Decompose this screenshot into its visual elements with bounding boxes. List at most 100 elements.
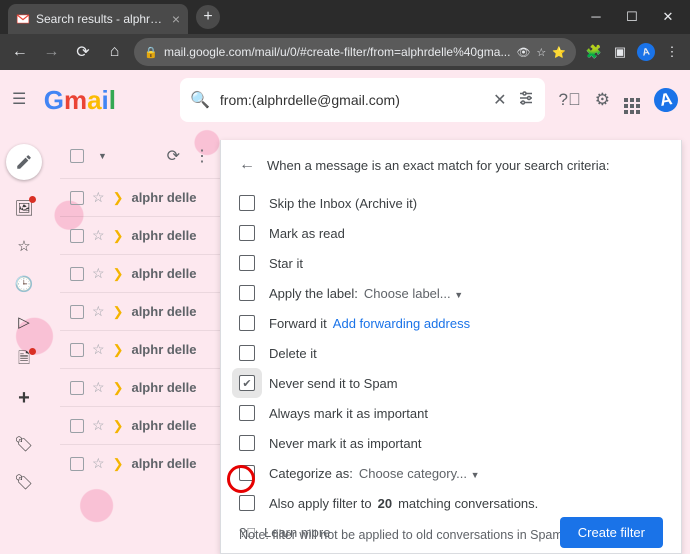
new-tab-button[interactable]: + bbox=[196, 5, 220, 29]
lock-icon: 🔒 bbox=[144, 46, 158, 59]
mail-list: ▼ ⟳ ⋮ ☆❯alphr delle ☆❯alphr delle ☆❯alph… bbox=[60, 140, 220, 482]
mail-row[interactable]: ☆❯alphr delle bbox=[60, 444, 220, 482]
back-arrow-icon[interactable]: ← bbox=[239, 156, 255, 174]
create-filter-panel: ← When a message is an exact match for y… bbox=[220, 140, 682, 554]
label-1-icon[interactable]: 🏷 bbox=[14, 434, 34, 454]
extensions-icon[interactable]: 🧩 bbox=[584, 42, 604, 62]
row-checkbox[interactable] bbox=[70, 457, 84, 471]
choose-category-dropdown[interactable]: Choose category... ▼ bbox=[359, 466, 480, 481]
mail-row[interactable]: ☆❯alphr delle bbox=[60, 406, 220, 444]
star-icon[interactable]: ☆ bbox=[92, 379, 105, 396]
drafts-rail-icon[interactable]: 🗎 bbox=[14, 350, 34, 370]
back-icon[interactable]: ← bbox=[8, 40, 32, 64]
reload-icon[interactable]: ⟳ bbox=[71, 40, 95, 64]
select-all-caret-icon[interactable]: ▼ bbox=[98, 151, 107, 161]
minimize-icon[interactable]: ─ bbox=[584, 9, 608, 25]
mail-row[interactable]: ☆❯alphr delle bbox=[60, 292, 220, 330]
row-checkbox[interactable] bbox=[70, 305, 84, 319]
star-icon[interactable]: ☆ bbox=[92, 341, 105, 358]
search-query: from:(alphrdelle@gmail.com) bbox=[220, 92, 483, 108]
star-icon[interactable]: ☆ bbox=[92, 265, 105, 282]
mail-row[interactable]: ☆ ❯ alphr delle bbox=[60, 216, 220, 254]
importance-icon[interactable]: ❯ bbox=[113, 304, 124, 320]
sender-name: alphr delle bbox=[131, 228, 196, 243]
never-spam-checkbox[interactable] bbox=[239, 375, 255, 391]
refresh-icon[interactable]: ⟳ bbox=[167, 146, 180, 166]
home-icon[interactable]: ⌂ bbox=[103, 40, 127, 64]
row-checkbox[interactable] bbox=[70, 419, 84, 433]
close-window-icon[interactable]: ✕ bbox=[656, 9, 680, 25]
sent-rail-icon[interactable]: ▷ bbox=[14, 312, 34, 332]
compose-button[interactable] bbox=[6, 144, 42, 180]
tab-title: Search results - alphr101@gmai bbox=[36, 12, 166, 26]
add-forwarding-link[interactable]: Add forwarding address bbox=[333, 316, 470, 331]
importance-icon[interactable]: ❯ bbox=[113, 190, 124, 206]
mail-row[interactable]: ☆❯alphr delle bbox=[60, 178, 220, 216]
extension-b-icon[interactable]: A bbox=[636, 42, 656, 62]
label-2-icon[interactable]: 🏷 bbox=[14, 472, 34, 492]
inbox-rail-icon[interactable]: 🖼 bbox=[14, 198, 34, 218]
categorize-checkbox[interactable] bbox=[239, 465, 255, 481]
star-icon[interactable]: ☆ bbox=[92, 455, 105, 472]
main-menu-icon[interactable]: ☰ bbox=[12, 89, 30, 111]
row-checkbox[interactable] bbox=[70, 229, 84, 243]
mail-row[interactable]: ☆❯alphr delle bbox=[60, 254, 220, 292]
search-icon[interactable]: 🔍 bbox=[190, 90, 210, 110]
row-checkbox[interactable] bbox=[70, 381, 84, 395]
learn-more-link[interactable]: ?⃝Learn more bbox=[239, 525, 330, 540]
importance-icon[interactable]: ❯ bbox=[113, 342, 124, 358]
create-filter-button[interactable]: Create filter bbox=[560, 517, 663, 548]
importance-icon[interactable]: ❯ bbox=[113, 266, 124, 282]
choose-label-dropdown[interactable]: Choose label... ▼ bbox=[364, 286, 463, 301]
mail-row[interactable]: ☆❯alphr delle bbox=[60, 330, 220, 368]
gmail-header: ☰ Gmail 🔍 from:(alphrdelle@gmail.com) ✕ … bbox=[0, 70, 690, 130]
extension-a-icon[interactable]: ▣ bbox=[610, 42, 630, 62]
star-icon[interactable]: ☆ bbox=[92, 417, 105, 434]
translate-icon[interactable]: ☆ bbox=[536, 46, 546, 59]
importance-icon[interactable]: ❯ bbox=[113, 456, 124, 472]
row-checkbox[interactable] bbox=[70, 191, 84, 205]
select-all-checkbox[interactable] bbox=[70, 149, 84, 163]
account-avatar[interactable]: A bbox=[654, 88, 678, 112]
mark-read-checkbox[interactable] bbox=[239, 225, 255, 241]
bookmark-icon[interactable]: ⭐ bbox=[552, 46, 566, 59]
more-actions-icon[interactable]: ⋮ bbox=[194, 146, 210, 166]
apply-label-checkbox[interactable] bbox=[239, 285, 255, 301]
support-icon[interactable]: ?⃝ bbox=[559, 90, 581, 110]
never-important-checkbox[interactable] bbox=[239, 435, 255, 451]
menu-icon[interactable]: ⋮ bbox=[662, 42, 682, 62]
search-box[interactable]: 🔍 from:(alphrdelle@gmail.com) ✕ bbox=[180, 78, 545, 122]
importance-icon[interactable]: ❯ bbox=[113, 380, 124, 396]
gmail-logo[interactable]: Gmail bbox=[44, 85, 116, 116]
star-icon[interactable]: ☆ bbox=[92, 227, 105, 244]
importance-icon[interactable]: ❯ bbox=[113, 228, 124, 244]
forward-checkbox[interactable] bbox=[239, 315, 255, 331]
maximize-icon[interactable]: ☐ bbox=[620, 9, 644, 25]
apps-icon[interactable] bbox=[624, 87, 640, 114]
forward-icon[interactable]: → bbox=[40, 40, 64, 64]
clear-search-icon[interactable]: ✕ bbox=[493, 90, 506, 110]
row-checkbox[interactable] bbox=[70, 343, 84, 357]
also-apply-checkbox[interactable] bbox=[239, 495, 255, 511]
skip-inbox-checkbox[interactable] bbox=[239, 195, 255, 211]
skip-inbox-label: Skip the Inbox (Archive it) bbox=[269, 196, 417, 211]
importance-icon[interactable]: ❯ bbox=[113, 418, 124, 434]
browser-tab[interactable]: Search results - alphr101@gmai × bbox=[8, 4, 188, 34]
tab-close-icon[interactable]: × bbox=[172, 11, 180, 27]
row-checkbox[interactable] bbox=[70, 267, 84, 281]
starred-rail-icon[interactable]: ☆ bbox=[14, 236, 34, 256]
star-icon[interactable]: ☆ bbox=[92, 303, 105, 320]
eye-icon[interactable]: 👁 bbox=[516, 46, 530, 59]
delete-checkbox[interactable] bbox=[239, 345, 255, 361]
search-options-icon[interactable] bbox=[517, 89, 535, 112]
star-checkbox[interactable] bbox=[239, 255, 255, 271]
settings-icon[interactable]: ⚙ bbox=[595, 90, 610, 110]
browser-titlebar: Search results - alphr101@gmai × + ─ ☐ ✕ bbox=[0, 0, 690, 34]
address-bar[interactable]: 🔒 mail.google.com/mail/u/0/#create-filte… bbox=[134, 38, 576, 66]
left-nav-rail: 🖼 ☆ 🕒 ▷ 🗎 + 🏷 🏷 bbox=[0, 130, 48, 554]
mail-row[interactable]: ☆❯alphr delle bbox=[60, 368, 220, 406]
snoozed-rail-icon[interactable]: 🕒 bbox=[14, 274, 34, 294]
star-icon[interactable]: ☆ bbox=[92, 189, 105, 206]
mark-important-checkbox[interactable] bbox=[239, 405, 255, 421]
more-rail-icon[interactable]: + bbox=[14, 388, 34, 408]
